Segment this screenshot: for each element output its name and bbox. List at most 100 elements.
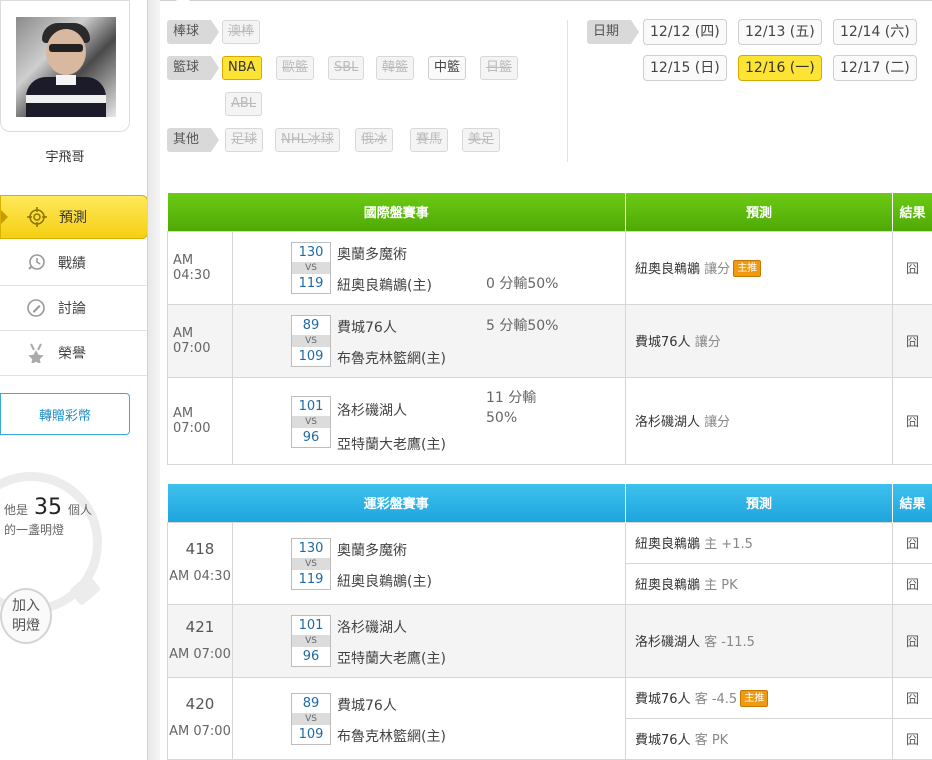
- table-row: 418 AM 04:30 130 VS 119 奧蘭多魔術 紐奧良鵜鶘(主) 紐奧…: [167, 521, 932, 605]
- game-time: AM 07:00: [167, 303, 233, 378]
- predicted-team: 費城76人: [635, 335, 691, 350]
- table-row: AM 04:30 130 VS 119 奧蘭多魔術 紐奧良鵜鶘(主) 0 分輸5…: [167, 230, 932, 305]
- away-team[interactable]: 奧蘭多魔術: [337, 540, 407, 560]
- date-chip-1214[interactable]: 12/14 (六): [833, 19, 917, 45]
- vs-label: VS: [292, 334, 330, 347]
- predicted-team: 費城76人: [635, 692, 691, 707]
- sidebar-item-honor[interactable]: 榮譽: [0, 331, 148, 376]
- away-score: 101: [298, 398, 324, 414]
- history-icon: [26, 253, 46, 273]
- home-team[interactable]: 紐奧良鵜鶘(主): [337, 571, 432, 591]
- league-chip-nba[interactable]: NBA: [222, 56, 262, 80]
- category-label-date: 日期: [587, 20, 640, 44]
- home-team[interactable]: 亞特蘭大老鷹(主): [337, 648, 446, 668]
- home-score: 109: [298, 348, 324, 364]
- league-chip-nhl[interactable]: NHL冰球: [275, 128, 340, 152]
- user-name[interactable]: 宇飛哥: [0, 146, 130, 165]
- date-chip-1217[interactable]: 12/17 (二): [833, 55, 917, 81]
- spread-result: 11 分輸 50%: [486, 389, 537, 426]
- game-id: 421: [185, 617, 215, 636]
- gift-coins-button[interactable]: 轉贈彩幣: [0, 393, 130, 435]
- date-chip-1215[interactable]: 12/15 (日): [643, 55, 727, 81]
- sidebar-item-discussion[interactable]: 討論: [0, 286, 148, 331]
- result-cell: 囧: [892, 521, 932, 564]
- home-team[interactable]: 紐奧良鵜鶘(主): [337, 275, 432, 295]
- game-time: AM 04:30: [167, 230, 233, 305]
- league-chip-american-football[interactable]: 美足: [462, 128, 501, 152]
- follower-prefix: 他是: [4, 503, 29, 517]
- away-team[interactable]: 費城76人: [337, 317, 397, 337]
- join-light-button[interactable]: 加入明燈: [0, 588, 52, 644]
- category-label-baseball: 棒球: [167, 20, 220, 44]
- avatar[interactable]: [16, 17, 116, 117]
- scorebox: 101 VS 96: [291, 395, 331, 448]
- result-cell: 囧: [892, 717, 932, 760]
- league-chip-korea-basketball[interactable]: 韓籃: [376, 56, 415, 80]
- sidebar-item-label: 榮譽: [58, 346, 86, 362]
- game-time: AM 07:00: [169, 724, 231, 739]
- league-chip-sbl[interactable]: SBL: [328, 56, 365, 80]
- game-id-cell: 421 AM 07:00: [167, 603, 233, 678]
- header-intl-games: 國際盤賽事: [167, 193, 627, 231]
- home-team[interactable]: 亞特蘭大老鷹(主): [337, 434, 446, 454]
- league-chip-japan-basketball[interactable]: 日籃: [480, 56, 519, 80]
- result-cell: 囧: [892, 376, 932, 465]
- category-label-basketball: 籃球: [167, 56, 220, 80]
- league-chip-australia-baseball[interactable]: 澳棒: [222, 20, 261, 44]
- league-chip-china-basketball[interactable]: 中籃: [428, 56, 467, 80]
- home-score: 109: [298, 726, 324, 742]
- away-team[interactable]: 洛杉磯湖人: [337, 617, 407, 637]
- sidebar-item-record[interactable]: 戰績: [0, 241, 148, 286]
- league-chip-soccer[interactable]: 足球: [225, 128, 264, 152]
- matchup-cell: 101 VS 96 洛杉磯湖人 亞特蘭大老鷹(主) 11 分輸 50%: [231, 376, 627, 465]
- header-prediction: 預測: [625, 484, 894, 522]
- follower-count-text: 他是 35 個人 的一盞明燈: [4, 495, 93, 540]
- pick-type: 客 -11.5: [704, 635, 755, 650]
- away-score: 89: [302, 317, 320, 333]
- vs-label: VS: [292, 712, 330, 725]
- medal-icon: [26, 343, 46, 365]
- prediction-cell: 紐奧良鵜鶘 讓分 主推: [625, 230, 894, 305]
- scorebox: 89 VS 109: [291, 314, 331, 367]
- vs-label: VS: [292, 261, 330, 274]
- sports-lottery-odds-table: 運彩盤賽事 預測 結果 418 AM 04:30 130 VS 119 奧蘭多魔術…: [167, 484, 932, 760]
- result-cell: 囧: [892, 230, 932, 305]
- game-id: 418: [185, 540, 215, 558]
- user-sidebar: 宇飛哥 預測 戰績 討論 榮譽 轉贈彩幣 他是 35 個人 的一盞明燈 加入明燈: [0, 0, 157, 760]
- follower-count: 35: [34, 495, 63, 520]
- pick-type: 客 PK: [694, 733, 729, 748]
- matchup-cell: 89 VS 109 費城76人 布魯克林籃網(主): [231, 676, 627, 760]
- home-team[interactable]: 布魯克林籃網(主): [337, 348, 446, 368]
- filter-top-border: [160, 0, 932, 1]
- date-chip-1213[interactable]: 12/13 (五): [738, 19, 822, 45]
- prediction-cell: 紐奧良鵜鶘 主 PK: [625, 562, 894, 605]
- league-chip-horse-racing[interactable]: 賽馬: [410, 128, 449, 152]
- date-chip-1212[interactable]: 12/12 (四): [643, 19, 727, 45]
- hot-pick-badge: 主推: [733, 260, 762, 277]
- home-score: 119: [298, 571, 324, 587]
- predicted-team: 洛杉磯湖人: [635, 635, 701, 650]
- result-cell: 囧: [892, 603, 932, 678]
- predicted-team: 費城76人: [635, 733, 691, 748]
- vs-label: VS: [292, 634, 330, 647]
- follower-line2: 的一盞明燈: [4, 523, 65, 537]
- away-team[interactable]: 洛杉磯湖人: [337, 400, 407, 420]
- sidebar-item-prediction[interactable]: 預測: [0, 195, 157, 239]
- prediction-cell: 費城76人 讓分: [625, 303, 894, 378]
- league-chip-euro-basketball[interactable]: 歐籃: [276, 56, 315, 80]
- target-icon: [27, 207, 47, 227]
- home-team[interactable]: 布魯克林籃網(主): [337, 726, 446, 746]
- home-score: 96: [302, 429, 320, 445]
- header-lottery-games: 運彩盤賽事: [167, 484, 627, 522]
- prediction-cell: 紐奧良鵜鶘 主 +1.5: [625, 521, 894, 564]
- away-team[interactable]: 奧蘭多魔術: [337, 244, 407, 264]
- away-team[interactable]: 費城76人: [337, 695, 397, 715]
- table-header: 運彩盤賽事 預測 結果: [167, 484, 932, 522]
- date-chip-1216[interactable]: 12/16 (一): [738, 55, 822, 81]
- sidebar-shadow: [147, 0, 160, 760]
- league-chip-russia-hockey[interactable]: 俄冰: [355, 128, 394, 152]
- home-score: 119: [298, 275, 324, 291]
- follower-suffix: 個人: [68, 503, 93, 517]
- league-chip-abl[interactable]: ABL: [225, 92, 263, 116]
- matchup-cell: 130 VS 119 奧蘭多魔術 紐奧良鵜鶘(主): [231, 521, 627, 605]
